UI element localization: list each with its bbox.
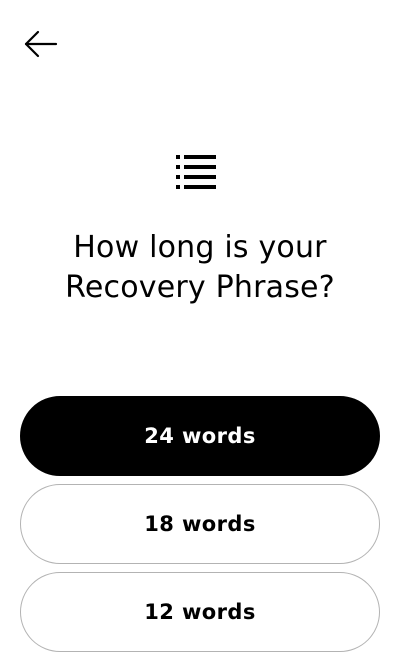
option-18-words-button[interactable]: 18 words bbox=[20, 484, 380, 564]
option-24-words-button[interactable]: 24 words bbox=[20, 396, 380, 476]
list-icon bbox=[176, 155, 216, 189]
back-button[interactable] bbox=[20, 26, 60, 62]
option-12-words-button[interactable]: 12 words bbox=[20, 572, 380, 652]
option-label: 18 words bbox=[144, 512, 256, 536]
recovery-phrase-length-screen: How long is your Recovery Phrase? 24 wor… bbox=[0, 0, 400, 672]
option-label: 24 words bbox=[144, 424, 256, 448]
page-title: How long is your Recovery Phrase? bbox=[0, 228, 400, 308]
arrow-left-icon bbox=[24, 30, 58, 58]
title-line-2: Recovery Phrase? bbox=[65, 270, 335, 305]
title-line-1: How long is your bbox=[73, 230, 327, 265]
option-label: 12 words bbox=[144, 600, 256, 624]
